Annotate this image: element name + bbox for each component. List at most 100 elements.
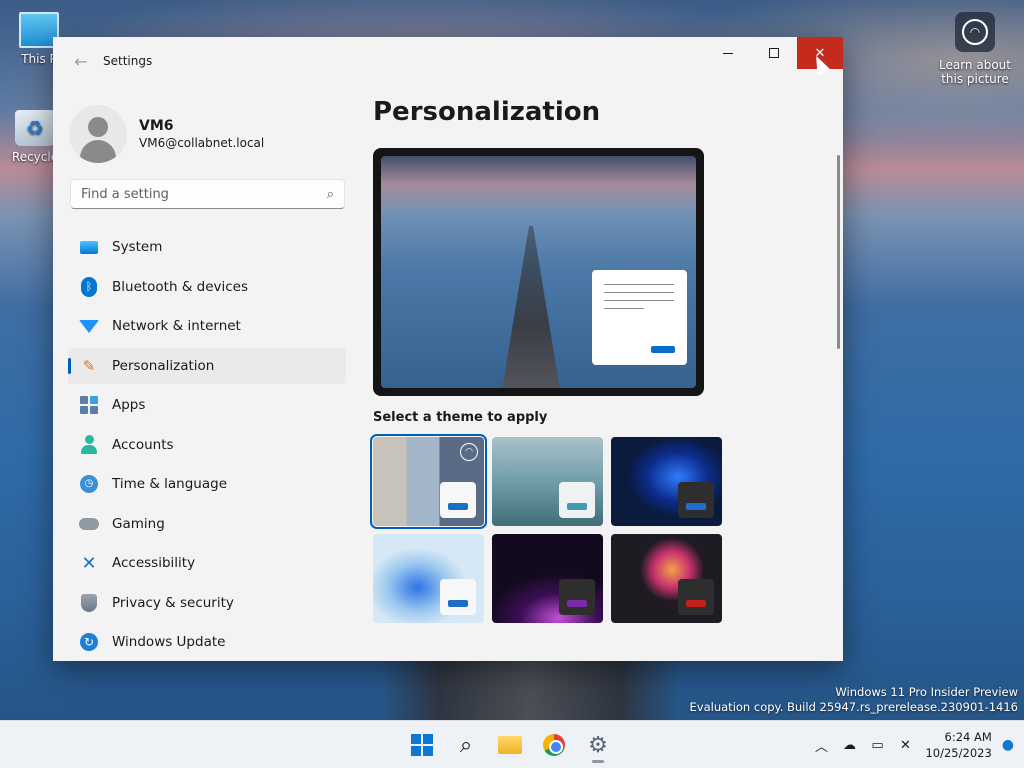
theme-section-label: Select a theme to apply xyxy=(373,410,548,425)
sidebar-item-privacy[interactable]: Privacy & security xyxy=(68,585,346,621)
onedrive-icon[interactable]: ☁ xyxy=(835,738,863,753)
search-icon[interactable]: ⌕ xyxy=(327,187,334,202)
theme-grid: ◠ xyxy=(370,434,843,623)
sidebar-item-windows-update[interactable]: ↻ Windows Update xyxy=(68,624,346,660)
sidebar: VM6 VM6@collabnet.local ⌕ System ᛒ Bluet… xyxy=(53,85,358,661)
sidebar-item-label: Bluetooth & devices xyxy=(112,278,249,295)
preview-sample-window xyxy=(592,270,687,365)
taskbar-apps: ⌕ ⚙ xyxy=(400,721,620,768)
theme-preview xyxy=(373,148,704,396)
theme-accent-chip xyxy=(678,579,714,615)
theme-windows-spotlight[interactable]: ◠ xyxy=(370,434,487,529)
sidebar-item-accessibility[interactable]: ✕ Accessibility xyxy=(68,545,346,581)
clock-icon: ◷ xyxy=(79,474,99,494)
sidebar-item-label: Accessibility xyxy=(112,555,196,571)
chrome-button[interactable] xyxy=(532,725,576,765)
theme-accent-chip xyxy=(440,579,476,615)
sidebar-item-label: Personalization xyxy=(112,357,215,374)
sidebar-item-label: Gaming xyxy=(112,515,165,532)
sidebar-item-label: Accounts xyxy=(112,436,174,453)
sidebar-item-label: Privacy & security xyxy=(112,594,234,611)
settings-taskbar-button[interactable]: ⚙ xyxy=(576,725,620,765)
clock-time: 6:24 AM xyxy=(944,730,992,744)
system-icon xyxy=(79,237,99,257)
shield-icon xyxy=(79,593,99,613)
sidebar-item-label: Network & internet xyxy=(112,318,241,334)
windows-logo-icon xyxy=(411,734,433,756)
camera-icon: ◠ xyxy=(955,12,995,52)
sidebar-item-apps[interactable]: Apps xyxy=(68,387,346,423)
sidebar-item-network[interactable]: Network & internet xyxy=(68,308,346,344)
user-profile[interactable]: VM6 VM6@collabnet.local xyxy=(53,85,358,169)
sidebar-item-label: System xyxy=(112,239,163,255)
user-email: VM6@collabnet.local xyxy=(139,136,265,150)
theme-accent-chip xyxy=(559,579,595,615)
theme-windows-light[interactable] xyxy=(373,534,484,623)
maximize-button[interactable] xyxy=(751,37,797,69)
sidebar-item-label: Apps xyxy=(112,397,146,413)
gear-icon: ⚙ xyxy=(588,732,608,758)
recycle-bin-icon: ♻ xyxy=(15,110,55,146)
sidebar-item-personalization[interactable]: ✎ Personalization xyxy=(68,347,346,384)
nav-list: System ᛒ Bluetooth & devices Network & i… xyxy=(53,229,358,660)
search-box: ⌕ xyxy=(70,179,345,209)
theme-windows-dark[interactable] xyxy=(611,437,722,526)
chrome-icon xyxy=(543,734,565,756)
minimize-icon xyxy=(723,52,733,54)
taskbar-search-button[interactable]: ⌕ xyxy=(444,725,488,765)
theme-sunrise[interactable] xyxy=(492,534,603,623)
start-button[interactable] xyxy=(400,725,444,765)
accounts-icon xyxy=(79,434,99,455)
back-button[interactable]: ← xyxy=(61,41,101,81)
theme-accent-chip xyxy=(559,482,595,518)
learn-about-picture[interactable]: ◠ Learn about this picture xyxy=(935,12,1015,86)
back-arrow-icon: ← xyxy=(74,51,88,71)
settings-window: ← Settings ✕ VM6 VM6@collabnet.local ⌕ S… xyxy=(53,37,843,661)
sidebar-item-accounts[interactable]: Accounts xyxy=(68,427,346,463)
wifi-icon xyxy=(79,316,99,336)
file-explorer-button[interactable] xyxy=(488,725,532,765)
theme-accent-chip xyxy=(678,482,714,518)
spotlight-icon: ◠ xyxy=(460,443,478,461)
taskbar: ⌕ ⚙ ︿ ☁ ▭ ✕ 6:24 AM 10/25/2023 ● xyxy=(0,720,1024,768)
window-title: Settings xyxy=(103,54,153,68)
learn-about-label: Learn about this picture xyxy=(939,58,1011,86)
sidebar-item-system[interactable]: System xyxy=(68,229,346,265)
search-input[interactable] xyxy=(81,186,301,202)
preview-pier xyxy=(501,226,561,388)
maximize-icon xyxy=(769,48,779,58)
network-icon[interactable]: ▭ xyxy=(863,738,891,753)
sidebar-item-label: Time & language xyxy=(112,476,228,492)
sidebar-item-gaming[interactable]: Gaming xyxy=(68,506,346,542)
title-bar: ← Settings ✕ xyxy=(53,37,843,85)
theme-flow[interactable] xyxy=(611,534,722,623)
folder-icon xyxy=(498,736,522,754)
notification-bell-icon[interactable]: ● xyxy=(1002,737,1014,753)
watermark-line1: Windows 11 Pro Insider Preview xyxy=(835,685,1018,699)
sidebar-item-time-language[interactable]: ◷ Time & language xyxy=(68,466,346,502)
brush-icon: ✎ xyxy=(82,356,96,375)
sidebar-item-label: Windows Update xyxy=(112,634,226,650)
clock-date: 10/25/2023 xyxy=(925,746,992,760)
clock[interactable]: 6:24 AM 10/25/2023 xyxy=(925,729,991,761)
apps-icon xyxy=(79,395,99,415)
theme-accent-chip xyxy=(440,482,476,518)
search-icon: ⌕ xyxy=(459,732,473,758)
chevron-up-icon[interactable]: ︿ xyxy=(807,736,835,755)
user-name: VM6 xyxy=(139,118,174,134)
gamepad-icon xyxy=(79,514,99,534)
sidebar-item-bluetooth[interactable]: ᛒ Bluetooth & devices xyxy=(68,269,346,305)
preview-wallpaper xyxy=(381,156,696,388)
update-icon: ↻ xyxy=(79,632,99,652)
page-title: Personalization xyxy=(373,97,601,127)
theme-glow[interactable] xyxy=(492,437,603,526)
bluetooth-icon: ᛒ xyxy=(79,276,99,297)
main-content: Personalization Select a theme to apply … xyxy=(370,85,843,661)
watermark-line2: Evaluation copy. Build 25947.rs_prerelea… xyxy=(689,700,1018,714)
scrollbar[interactable] xyxy=(837,155,840,349)
minimize-button[interactable] xyxy=(705,37,751,69)
volume-muted-icon[interactable]: ✕ xyxy=(891,738,919,753)
evaluation-watermark: Windows 11 Pro Insider Preview Evaluatio… xyxy=(690,685,1018,715)
system-tray: ︿ ☁ ▭ ✕ 6:24 AM 10/25/2023 ● xyxy=(807,721,1014,768)
avatar xyxy=(69,105,127,163)
